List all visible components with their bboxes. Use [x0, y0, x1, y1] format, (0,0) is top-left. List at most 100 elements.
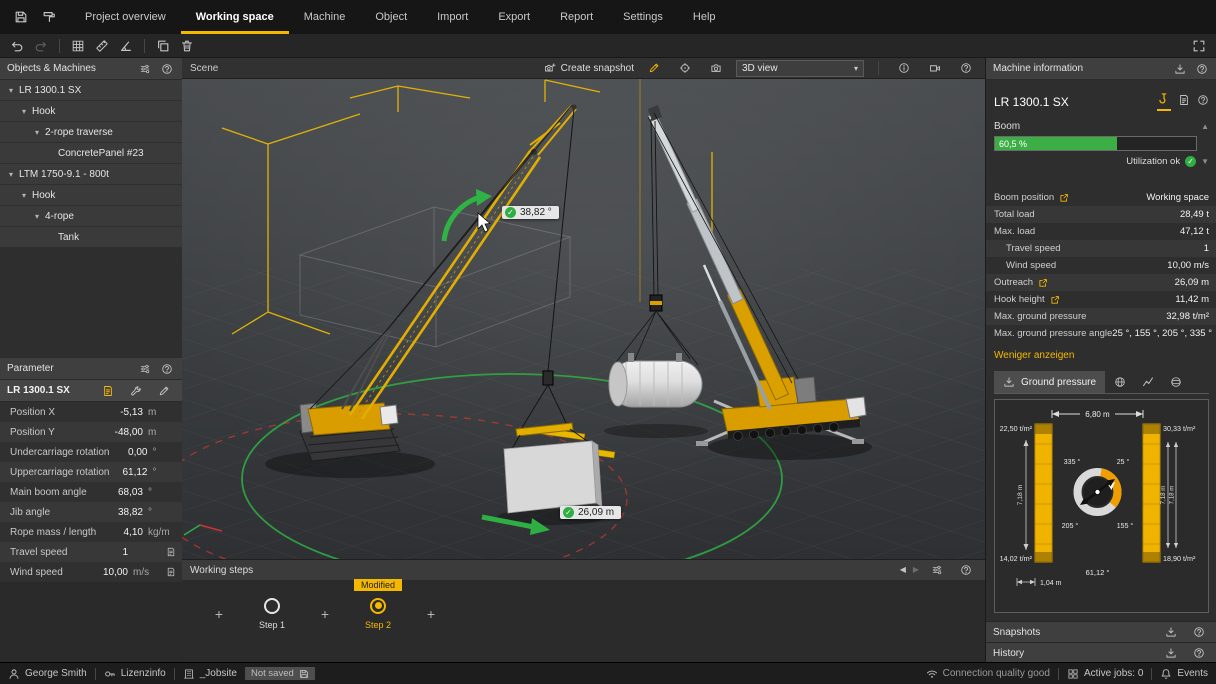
parameter-value[interactable]: 38,82 — [105, 507, 143, 518]
create-snapshot-button[interactable]: Create snapshot — [544, 62, 634, 74]
help-icon[interactable] — [955, 58, 977, 78]
help-icon[interactable] — [1188, 643, 1210, 663]
parameter-table-icon[interactable] — [161, 547, 176, 557]
view-mode-select[interactable]: 3D view ▾ — [736, 60, 864, 77]
parameter-row[interactable]: Wind speed 10,00 m/s — [0, 562, 182, 582]
active-jobs-item[interactable]: Active jobs: 0 — [1067, 668, 1143, 680]
menu-item[interactable]: Import — [422, 0, 483, 34]
parameter-value[interactable]: 4,10 — [105, 527, 143, 538]
paint-roller-icon[interactable] — [38, 7, 60, 27]
hook-tab-icon[interactable] — [1157, 92, 1171, 111]
step-next-icon[interactable]: ▶ — [913, 566, 919, 574]
tree-caret-icon[interactable]: ▾ — [32, 212, 42, 221]
angle-tool-icon[interactable] — [115, 36, 137, 56]
menu-item[interactable]: Help — [678, 0, 731, 34]
menu-item[interactable]: Project overview — [70, 0, 181, 34]
snapshots-bar[interactable]: Snapshots — [986, 621, 1216, 642]
filter-icon[interactable] — [136, 361, 153, 377]
machine-info-row[interactable]: Max. ground pressure 32,98 t/m² — [986, 308, 1216, 325]
machine-info-row[interactable]: Travel speed 1 — [986, 240, 1216, 257]
menu-item[interactable]: Machine — [289, 0, 361, 34]
datasheet-icon[interactable] — [1178, 94, 1190, 109]
menu-item[interactable]: Working space — [181, 0, 289, 34]
tab-globe[interactable] — [1107, 371, 1133, 393]
parameter-row[interactable]: Position X -5,13 m — [0, 402, 182, 422]
3d-viewport[interactable]: ✓ 38,82 ° ✓ 26,09 m — [182, 79, 985, 559]
parameter-value[interactable]: 0,00 — [110, 447, 148, 458]
undo-icon[interactable] — [6, 36, 28, 56]
draw-pen-icon[interactable] — [643, 58, 665, 78]
parameter-value[interactable]: 61,12 — [110, 467, 148, 478]
parameter-machine-row[interactable]: LR 1300.1 SX — [0, 380, 182, 402]
parameter-row[interactable]: Main boom angle 68,03 ° — [0, 482, 182, 502]
tab-ground-pressure[interactable]: Ground pressure — [994, 371, 1105, 393]
dock-panel-icon[interactable] — [1160, 622, 1182, 642]
machine-info-row[interactable]: Boom position Working space — [986, 189, 1216, 206]
tree-caret-icon[interactable]: ▾ — [32, 128, 42, 137]
fullscreen-icon[interactable] — [1188, 36, 1210, 56]
edit-pen-icon[interactable] — [153, 381, 175, 401]
wrench-icon[interactable] — [125, 381, 147, 401]
tree-row[interactable]: ▾ 2-rope traverse — [0, 122, 182, 143]
delete-icon[interactable] — [176, 36, 198, 56]
parameter-value[interactable]: -5,13 — [105, 407, 143, 418]
help-icon[interactable] — [1188, 622, 1210, 642]
parameter-table-icon[interactable] — [161, 567, 176, 577]
grid-tool-icon[interactable] — [67, 36, 89, 56]
parameter-row[interactable]: Travel speed 1 — [0, 542, 182, 562]
scroll-down-icon[interactable]: ▼ — [1201, 157, 1209, 166]
parameter-row[interactable]: Jib angle 38,82 ° — [0, 502, 182, 522]
menu-item[interactable]: Settings — [608, 0, 678, 34]
measure-tool-icon[interactable] — [91, 36, 113, 56]
jobsite-item[interactable]: _Jobsite — [183, 668, 237, 680]
add-step-button[interactable]: + — [212, 606, 226, 622]
save-icon[interactable] — [10, 7, 32, 27]
tree-row[interactable]: ▾ Hook — [0, 185, 182, 206]
dock-panel-icon[interactable] — [1160, 643, 1182, 663]
tree-caret-icon[interactable]: ▾ — [19, 191, 29, 200]
machine-info-row[interactable]: Wind speed 10,00 m/s — [986, 257, 1216, 274]
copy-icon[interactable] — [152, 36, 174, 56]
tree-row[interactable]: ▾ 4-rope — [0, 206, 182, 227]
info-icon[interactable] — [893, 58, 915, 78]
tab-sphere[interactable] — [1163, 371, 1189, 393]
add-step-button[interactable]: + — [318, 606, 332, 622]
tree-row[interactable]: ▾ LR 1300.1 SX — [0, 80, 182, 101]
menu-item[interactable]: Export — [483, 0, 545, 34]
external-link-icon[interactable] — [1038, 278, 1048, 288]
user-item[interactable]: George Smith — [8, 668, 87, 680]
step-1[interactable]: Step 1 — [248, 598, 296, 630]
tree-caret-icon[interactable]: ▾ — [19, 107, 29, 116]
step-2-marker[interactable] — [370, 598, 386, 614]
dock-panel-icon[interactable] — [1171, 61, 1188, 77]
step-2[interactable]: Modified Step 2 — [354, 598, 402, 630]
tree-caret-icon[interactable]: ▾ — [6, 170, 16, 179]
parameter-value[interactable]: 68,03 — [105, 487, 143, 498]
tree-caret-icon[interactable]: ▾ — [6, 86, 16, 95]
video-icon[interactable] — [924, 58, 946, 78]
parameter-row[interactable]: Undercarriage rotation 0,00 ° — [0, 442, 182, 462]
menu-item[interactable]: Report — [545, 0, 608, 34]
license-item[interactable]: Lizenzinfo — [104, 668, 166, 680]
step-1-marker[interactable] — [264, 598, 280, 614]
add-step-button[interactable]: + — [424, 606, 438, 622]
tree-row[interactable]: ▾ Hook — [0, 101, 182, 122]
machine-info-row[interactable]: Total load 28,49 t — [986, 206, 1216, 223]
step-prev-icon[interactable]: ◀ — [900, 566, 906, 574]
help-icon[interactable] — [1197, 94, 1209, 109]
parameter-row[interactable]: Uppercarriage rotation 61,12 ° — [0, 462, 182, 482]
machine-info-row[interactable]: Outreach 26,09 m — [986, 274, 1216, 291]
target-icon[interactable] — [674, 58, 696, 78]
filter-icon[interactable] — [926, 560, 948, 580]
show-less-link[interactable]: Weniger anzeigen — [994, 350, 1209, 361]
parameter-row[interactable]: Rope mass / length 4,10 kg/m — [0, 522, 182, 542]
parameter-value[interactable]: 1 — [90, 547, 128, 558]
tree-row[interactable]: ConcretePanel #23 — [0, 143, 182, 164]
machine-info-row[interactable]: Hook height 11,42 m — [986, 291, 1216, 308]
tab-chart[interactable] — [1135, 371, 1161, 393]
parameter-list-icon[interactable] — [97, 381, 119, 401]
help-icon[interactable] — [158, 361, 175, 377]
external-link-icon[interactable] — [1050, 295, 1060, 305]
tree-row[interactable]: ▾ LTM 1750-9.1 - 800t — [0, 164, 182, 185]
events-item[interactable]: Events — [1160, 668, 1208, 680]
